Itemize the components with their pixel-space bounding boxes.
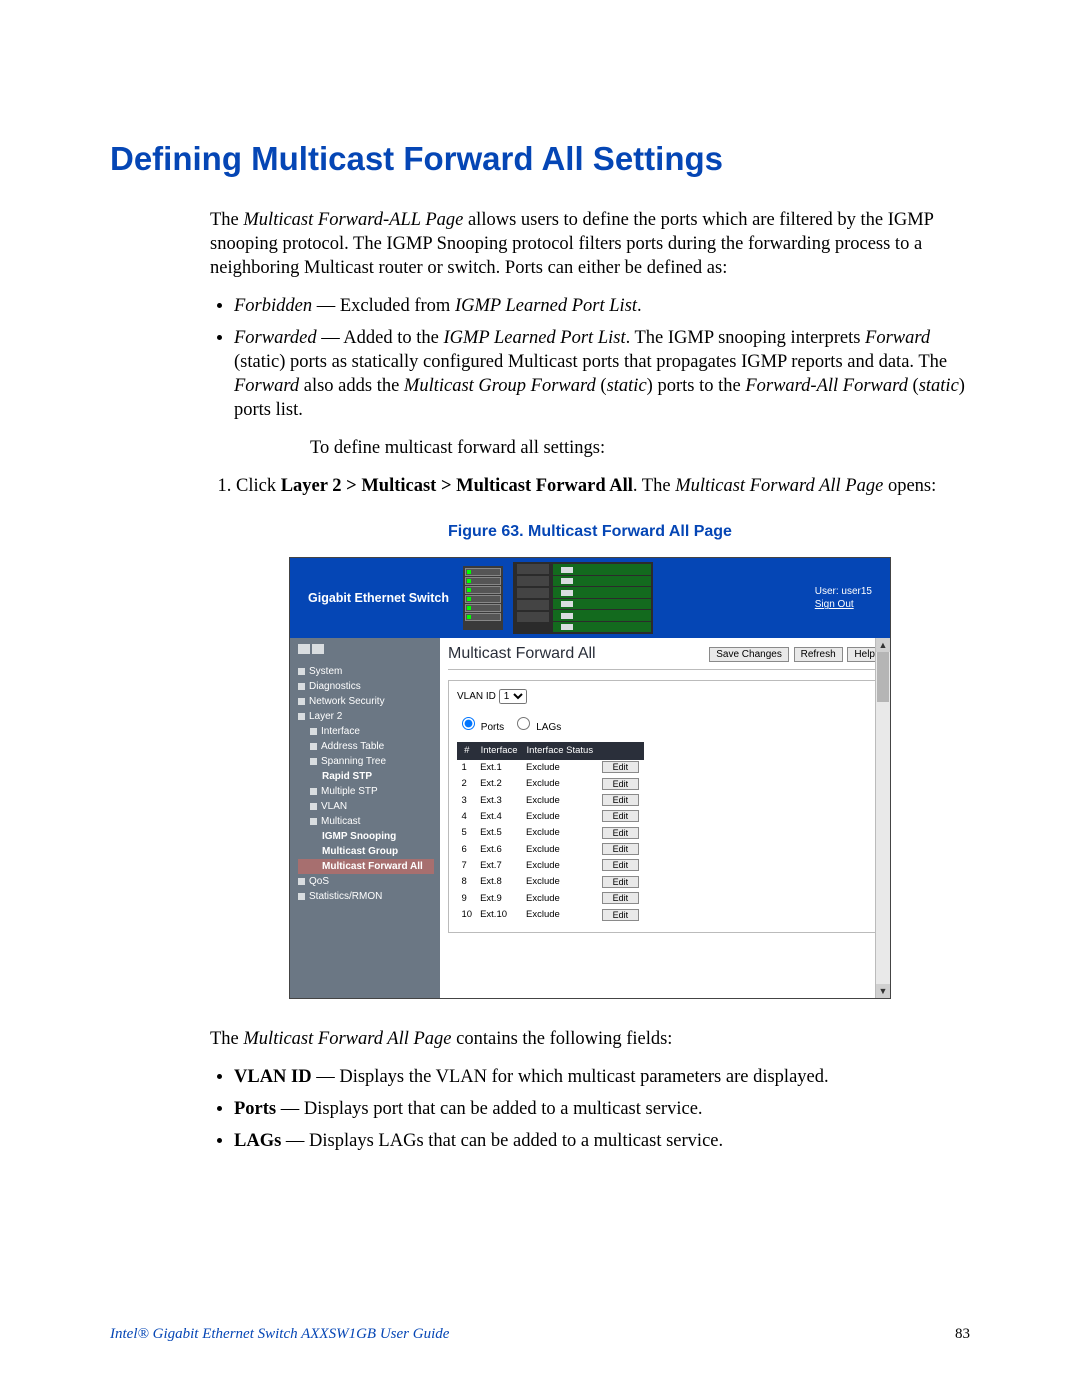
sidebar-item[interactable]: IGMP Snooping	[298, 829, 434, 844]
definition-forbidden: Forbidden — Excluded from IGMP Learned P…	[234, 294, 970, 318]
table-row: 8Ext.8ExcludeEdit	[458, 874, 644, 890]
sidebar-item[interactable]: Statistics/RMON	[298, 889, 434, 904]
scrollbar[interactable]: ▲ ▼	[875, 638, 890, 998]
table-row: 4Ext.4ExcludeEdit	[458, 809, 644, 825]
interface-table: # Interface Interface Status 1Ext.1Exclu…	[457, 742, 644, 924]
sidebar-item[interactable]: Multiple STP	[298, 784, 434, 799]
sidebar-item[interactable]: VLAN	[298, 799, 434, 814]
edit-button[interactable]: Edit	[602, 859, 640, 871]
sidebar-item[interactable]: Rapid STP	[298, 769, 434, 784]
sidebar-item[interactable]: Interface	[298, 724, 434, 739]
scroll-down-icon[interactable]: ▼	[876, 984, 890, 998]
definition-forwarded: Forwarded — Added to the IGMP Learned Po…	[234, 326, 970, 422]
scroll-up-icon[interactable]: ▲	[876, 638, 890, 652]
lags-radio[interactable]: LAGs	[512, 722, 561, 733]
sidebar-item[interactable]: QoS	[298, 874, 434, 889]
user-label: User: user15	[815, 585, 872, 598]
vlan-id-label: VLAN ID	[457, 691, 496, 702]
edit-button[interactable]: Edit	[602, 827, 640, 839]
edit-button[interactable]: Edit	[602, 810, 640, 822]
led-panel	[463, 566, 503, 630]
table-row: 1Ext.1ExcludeEdit	[458, 760, 644, 776]
sidebar-item[interactable]: Spanning Tree	[298, 754, 434, 769]
sidebar-item[interactable]: Multicast Group	[298, 844, 434, 859]
after-figure-paragraph: The Multicast Forward All Page contains …	[210, 1027, 970, 1051]
scroll-thumb[interactable]	[877, 652, 889, 702]
footer-text: Intel® Gigabit Ethernet Switch AXXSW1GB …	[110, 1326, 449, 1343]
sidebar-item[interactable]: Address Table	[298, 739, 434, 754]
table-row: 7Ext.7ExcludeEdit	[458, 858, 644, 874]
sidebar-item[interactable]: Layer 2	[298, 709, 434, 724]
field-vlan-id: VLAN ID — Displays the VLAN for which mu…	[234, 1065, 970, 1089]
edit-button[interactable]: Edit	[602, 876, 640, 888]
field-ports: Ports — Displays port that can be added …	[234, 1097, 970, 1121]
step-1: Click Layer 2 > Multicast > Multicast Fo…	[236, 474, 970, 498]
figure-caption: Figure 63. Multicast Forward All Page	[210, 522, 970, 543]
table-row: 3Ext.3ExcludeEdit	[458, 793, 644, 809]
product-title: Gigabit Ethernet Switch	[308, 590, 449, 606]
edit-button[interactable]: Edit	[602, 778, 640, 790]
col-num: #	[458, 743, 477, 760]
edit-button[interactable]: Edit	[602, 909, 640, 921]
sidebar-item[interactable]: Multicast	[298, 814, 434, 829]
table-row: 5Ext.5ExcludeEdit	[458, 825, 644, 841]
sign-out-link[interactable]: Sign Out	[815, 599, 854, 610]
page-heading: Defining Multicast Forward All Settings	[110, 140, 970, 178]
sidebar-item[interactable]: Multicast Forward All	[298, 859, 434, 874]
edit-button[interactable]: Edit	[602, 761, 640, 773]
sidebar-item[interactable]: Network Security	[298, 694, 434, 709]
ports-radio[interactable]: Ports	[457, 722, 504, 733]
page-number: 83	[955, 1326, 970, 1343]
figure-screenshot: Gigabit Ethernet Switch User: user15 Sig…	[289, 557, 891, 999]
edit-button[interactable]: Edit	[602, 794, 640, 806]
vlan-id-select[interactable]: 1	[499, 689, 527, 704]
nav-sidebar: SystemDiagnosticsNetwork SecurityLayer 2…	[290, 638, 440, 998]
refresh-button[interactable]: Refresh	[794, 647, 843, 662]
steps-intro: To define multicast forward all settings…	[210, 436, 970, 460]
sidebar-item[interactable]: System	[298, 664, 434, 679]
edit-button[interactable]: Edit	[602, 843, 640, 855]
intro-paragraph: The Multicast Forward-ALL Page allows us…	[210, 208, 970, 280]
table-row: 9Ext.9ExcludeEdit	[458, 891, 644, 907]
col-status: Interface Status	[522, 743, 598, 760]
edit-button[interactable]: Edit	[602, 892, 640, 904]
table-row: 6Ext.6ExcludeEdit	[458, 842, 644, 858]
field-lags: LAGs — Displays LAGs that can be added t…	[234, 1129, 970, 1153]
content-title: Multicast Forward All	[448, 644, 596, 665]
sidebar-item[interactable]: Diagnostics	[298, 679, 434, 694]
table-row: 10Ext.10ExcludeEdit	[458, 907, 644, 923]
col-interface: Interface	[476, 743, 522, 760]
chassis-graphic	[513, 562, 653, 634]
save-changes-button[interactable]: Save Changes	[709, 647, 789, 662]
table-row: 2Ext.2ExcludeEdit	[458, 776, 644, 792]
